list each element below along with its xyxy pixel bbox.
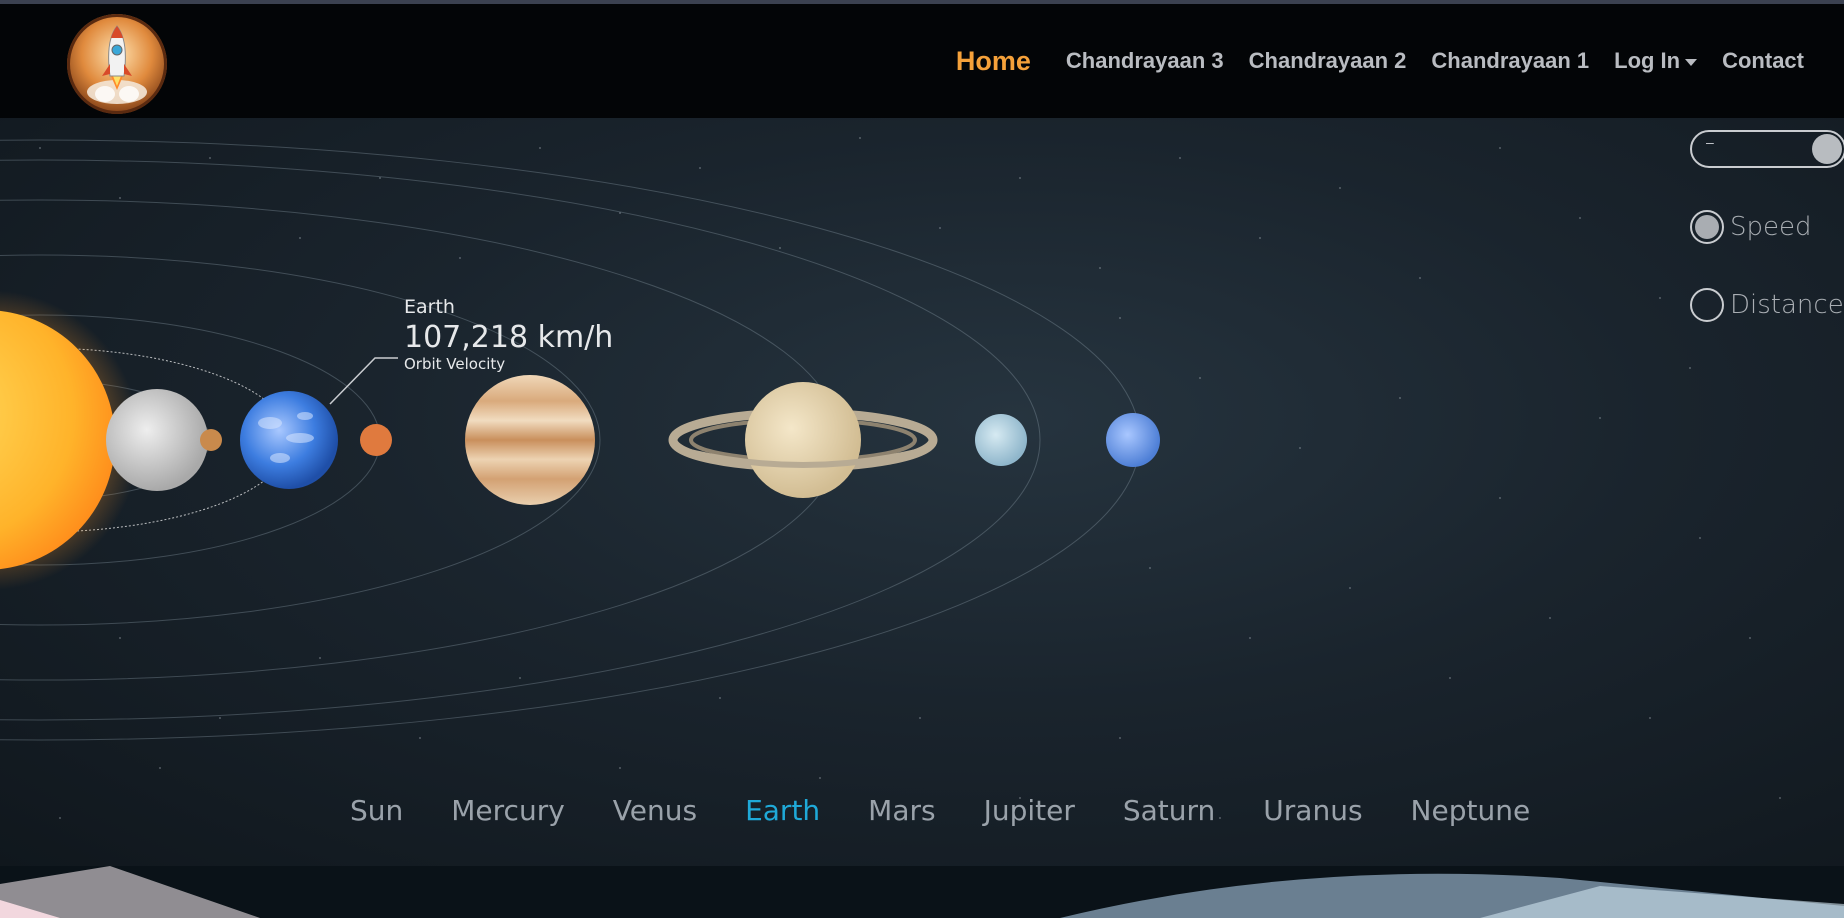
tab-sun[interactable]: Sun <box>350 794 403 827</box>
view-toggle-switch[interactable]: – <box>1690 130 1844 168</box>
mars-planet <box>360 424 392 456</box>
tab-mars[interactable]: Mars <box>868 794 935 827</box>
landscape-graphic <box>0 866 1844 918</box>
orbit-readout: Earth 107,218 km/h Orbit Velocity <box>404 296 613 373</box>
nav-link-chandrayaan-2[interactable]: Chandrayaan 2 <box>1249 48 1407 74</box>
tab-earth[interactable]: Earth <box>745 794 820 827</box>
login-label: Log In <box>1614 48 1681 73</box>
toggle-knob <box>1812 134 1842 164</box>
jupiter-planet <box>465 375 595 505</box>
rocket-logo-icon[interactable] <box>67 14 167 114</box>
solar-system-stage: Earth 107,218 km/h Orbit Velocity – Spee… <box>0 118 1844 866</box>
landscape-footer <box>0 866 1844 918</box>
neptune-planet <box>1106 413 1160 467</box>
readout-planet-name: Earth <box>404 296 455 318</box>
nav-link-contact[interactable]: Contact <box>1722 48 1804 74</box>
navbar: Home Chandrayaan 3 Chandrayaan 2 Chandra… <box>0 4 1844 118</box>
toggle-minus-symbol: – <box>1706 134 1714 150</box>
tab-venus[interactable]: Venus <box>613 794 697 827</box>
saturn-planet <box>668 382 938 498</box>
solar-system-canvas <box>0 137 1781 819</box>
speed-radio[interactable] <box>1690 210 1724 244</box>
planet-tab-bar: Sun Mercury Venus Earth Mars Jupiter Saturn Ura… <box>350 794 1578 827</box>
tab-jupiter[interactable]: Jupiter <box>984 794 1075 827</box>
distance-label: Distance <box>1730 290 1844 320</box>
readout-value: 107,218 km/h <box>404 320 614 355</box>
tab-mercury[interactable]: Mercury <box>451 794 565 827</box>
distance-option[interactable]: Distance <box>1690 288 1844 322</box>
uranus-planet <box>975 414 1027 466</box>
mercury-planet <box>106 389 208 491</box>
nav-link-home[interactable]: Home <box>956 46 1031 77</box>
tab-neptune[interactable]: Neptune <box>1411 794 1531 827</box>
nav-link-chandrayaan-1[interactable]: Chandrayaan 1 <box>1431 48 1589 74</box>
radio-selected-dot <box>1695 215 1719 239</box>
caret-down-icon <box>1685 58 1698 66</box>
venus-planet <box>200 429 222 451</box>
tab-saturn[interactable]: Saturn <box>1123 794 1215 827</box>
speed-label: Speed <box>1730 212 1812 242</box>
nav-link-login-dropdown[interactable]: Log In <box>1614 48 1698 74</box>
readout-label: Orbit Velocity <box>404 355 506 373</box>
speed-option[interactable]: Speed <box>1690 210 1812 244</box>
distance-radio[interactable] <box>1690 288 1724 322</box>
nav-link-chandrayaan-3[interactable]: Chandrayaan 3 <box>1066 48 1224 74</box>
tab-uranus[interactable]: Uranus <box>1263 794 1362 827</box>
